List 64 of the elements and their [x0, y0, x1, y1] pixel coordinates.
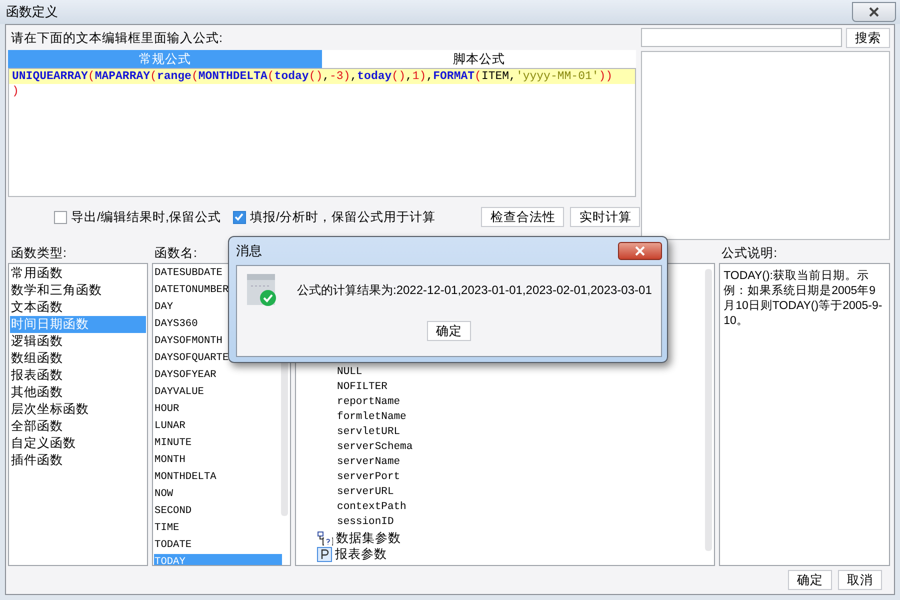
function-name-item[interactable]: NOW: [154, 486, 282, 503]
function-name-item[interactable]: DAYVALUE: [154, 384, 282, 401]
calculate-button[interactable]: 实时计算: [570, 207, 640, 227]
tree-node[interactable]: 数据集参数: [336, 530, 402, 546]
function-names-label: 函数名:: [154, 245, 197, 262]
description-text: TODAY():获取当前日期。示例：如果系统日期是2005年9月10日则TODAY()等于2005-9-10。: [722, 268, 884, 329]
function-type-item[interactable]: 全部函数: [10, 418, 146, 435]
dataset-icon: [317, 530, 334, 546]
cancel-button[interactable]: 取消: [838, 570, 882, 590]
close-icon: [869, 7, 879, 17]
function-name-item[interactable]: HOUR: [154, 401, 282, 418]
search-field[interactable]: [641, 28, 842, 47]
search-button[interactable]: 搜索: [846, 28, 890, 48]
tree-item[interactable]: serverName: [337, 456, 400, 468]
tree-item[interactable]: NOFILTER: [337, 381, 388, 393]
success-icon: [247, 274, 277, 307]
checkbox-label: 填报/分析时，保留公式用于计算: [250, 208, 436, 226]
function-name-item[interactable]: MINUTE: [154, 435, 282, 452]
function-type-item[interactable]: 层次坐标函数: [10, 401, 146, 418]
function-type-item[interactable]: 数学和三角函数: [10, 282, 146, 299]
scrollbar-thumb[interactable]: [704, 269, 712, 551]
dialog-title: 消息: [236, 242, 262, 260]
result-message: 公式的计算结果为:2022-12-01,2023-01-01,2023-02-01,2023-03-01: [297, 282, 652, 299]
tree-item[interactable]: reportName: [337, 396, 400, 408]
description-label: 公式说明:: [720, 245, 778, 262]
function-type-item[interactable]: 自定义函数: [10, 435, 146, 452]
checkbox[interactable]: [54, 210, 67, 224]
close-icon: [635, 246, 645, 256]
formula-editor[interactable]: UNIQUEARRAY(MAPARRAY(range(MONTHDELTA(today(),-3),today(),1),FORMAT(ITEM,'yyyy-MM-01')) ): [8, 68, 636, 197]
ok-button[interactable]: 确定: [427, 321, 471, 341]
function-types-label: 函数类型:: [10, 245, 66, 262]
tree-item[interactable]: contextPath: [337, 501, 406, 513]
close-button[interactable]: [618, 242, 662, 260]
checkbox-label: 导出/编辑结果时,保留公式: [71, 208, 221, 226]
function-name-item[interactable]: TIME: [154, 520, 282, 537]
function-name-item[interactable]: MONTHDELTA: [154, 469, 282, 486]
parameter-icon: [317, 546, 332, 562]
function-name-item[interactable]: MONTH: [154, 452, 282, 469]
function-type-item[interactable]: 其他函数: [10, 384, 146, 401]
tree-item[interactable]: serverURL: [337, 486, 394, 498]
tree-item[interactable]: NULL: [337, 366, 362, 378]
tree-node[interactable]: 报表参数: [335, 546, 388, 562]
checkbox[interactable]: [232, 210, 246, 224]
function-name-item[interactable]: SECOND: [154, 503, 282, 520]
check-button[interactable]: 检查合法性: [481, 207, 564, 227]
tree-item[interactable]: sessionID: [337, 516, 394, 528]
tree-item[interactable]: formletName: [337, 411, 406, 423]
function-type-item[interactable]: 插件函数: [10, 452, 146, 469]
tree-item[interactable]: serverSchema: [337, 441, 413, 453]
function-type-item[interactable]: 常用函数: [10, 265, 146, 282]
function-type-item[interactable]: 文本函数: [10, 299, 146, 316]
formula-tab[interactable]: 脚本公式: [322, 50, 636, 68]
editor-label: 请在下面的文本编辑框里面输入公式:: [10, 30, 222, 47]
close-button[interactable]: [852, 2, 896, 22]
function-type-item[interactable]: 报表函数: [10, 367, 146, 384]
window-title: 函数定义: [6, 3, 58, 21]
function-type-item[interactable]: 逻辑函数: [10, 333, 146, 350]
function-type-item[interactable]: 数组函数: [10, 350, 146, 367]
ok-button[interactable]: 确定: [788, 570, 832, 590]
function-name-item[interactable]: LUNAR: [154, 418, 282, 435]
function-name-item[interactable]: TODATE: [154, 537, 282, 554]
function-name-item[interactable]: DAYSOFYEAR: [154, 367, 282, 384]
tree-item[interactable]: serverPort: [337, 471, 400, 483]
tree-item[interactable]: servletURL: [337, 426, 400, 438]
